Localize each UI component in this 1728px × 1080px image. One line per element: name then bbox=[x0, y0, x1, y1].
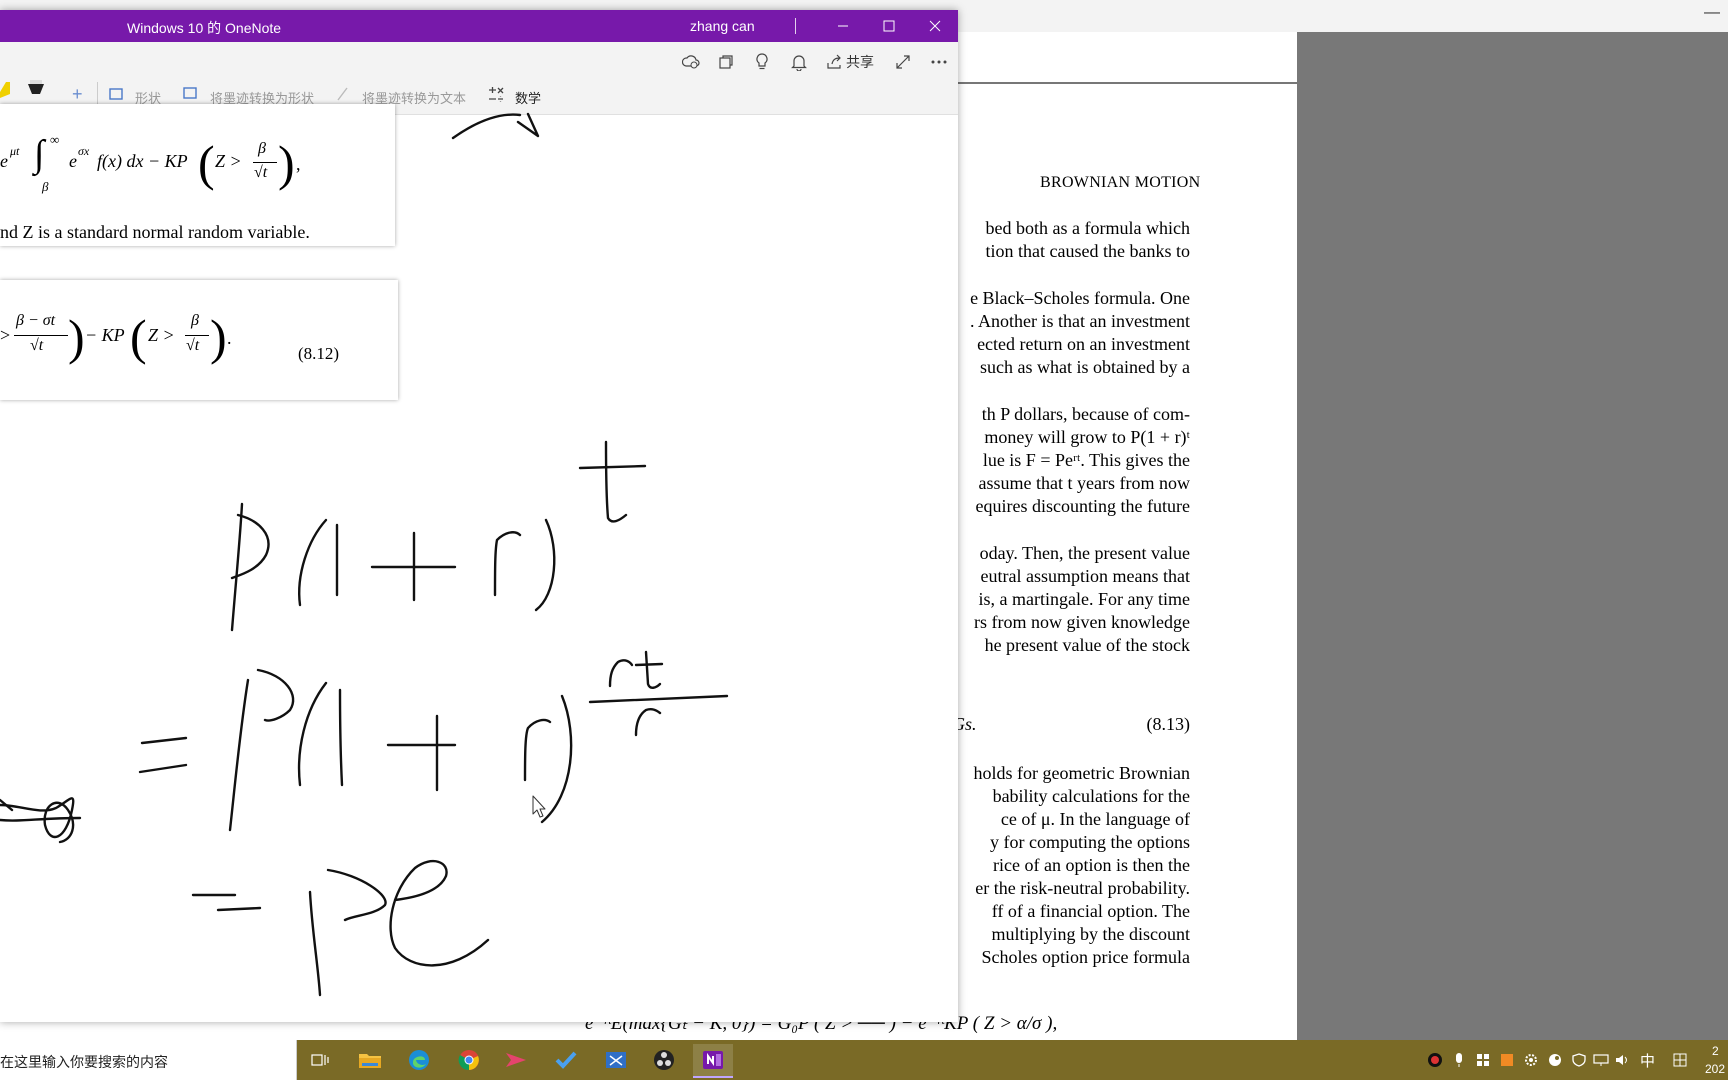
network-tray-button[interactable] bbox=[1591, 1050, 1611, 1070]
onenote-taskbar-button[interactable] bbox=[693, 1044, 733, 1078]
pdf-text-line: holds for geometric Brownian bbox=[973, 763, 1190, 783]
pdf-text-line: ce of μ. In the language of bbox=[1000, 809, 1190, 829]
pdf-text-line: he present value of the stock bbox=[984, 635, 1190, 655]
pdf-text-line: rs from now given knowledge bbox=[974, 612, 1190, 632]
tray-settings-button[interactable] bbox=[1521, 1050, 1541, 1070]
tray-shield-button[interactable] bbox=[1569, 1050, 1589, 1070]
clock-time[interactable]: 2 bbox=[1712, 1044, 1719, 1058]
edge-icon bbox=[409, 1050, 429, 1070]
chrome-button[interactable] bbox=[449, 1044, 489, 1076]
clock-date[interactable]: 202 bbox=[1705, 1062, 1725, 1076]
checkmark-app-icon bbox=[555, 1051, 577, 1069]
obs-icon bbox=[654, 1050, 674, 1070]
network-icon bbox=[1593, 1054, 1609, 1066]
pdf-text-line: eutral assumption means that bbox=[980, 566, 1190, 586]
pdf-text-line: lue is F = Peʳᵗ. This gives the bbox=[982, 450, 1190, 470]
orange-app-icon bbox=[1501, 1054, 1513, 1066]
pdf-text-line: ff of a financial option. The bbox=[991, 901, 1190, 921]
input-method-indicator[interactable]: 中 bbox=[1640, 1050, 1655, 1071]
tray-orange-button[interactable] bbox=[1497, 1050, 1517, 1070]
onenote-icon bbox=[703, 1051, 723, 1069]
shield-icon bbox=[1572, 1053, 1586, 1067]
ink-canvas[interactable] bbox=[0, 10, 958, 1022]
pdf-text-line: y for computing the options bbox=[990, 832, 1190, 852]
pdf-viewer-background bbox=[1297, 32, 1728, 1040]
pdf-text-line: . Another is that an investment bbox=[970, 311, 1190, 331]
pdf-equation-number: (8.13) bbox=[1146, 714, 1191, 734]
pdf-text-line: tion that caused the banks to bbox=[985, 241, 1190, 261]
pdf-text-line: money will grow to P(1 + r)ᵗ bbox=[984, 427, 1190, 447]
pdf-text-line: oday. Then, the present value bbox=[979, 543, 1190, 563]
speaker-icon bbox=[1616, 1055, 1627, 1065]
steam-icon bbox=[1549, 1054, 1561, 1066]
pdf-text-line: er the risk-neutral probability. bbox=[975, 878, 1190, 898]
pdf-text-line: such as what is obtained by a bbox=[980, 357, 1190, 377]
pdf-text-line: th P dollars, because of com- bbox=[981, 404, 1190, 424]
obs-button[interactable] bbox=[644, 1044, 684, 1076]
file-explorer-button[interactable] bbox=[350, 1044, 390, 1076]
pdf-text-line: rice of an option is then the bbox=[993, 855, 1190, 875]
pdf-minimize-icon[interactable]: — bbox=[1704, 4, 1720, 22]
folder-icon bbox=[359, 1054, 381, 1068]
app-button-plane[interactable] bbox=[496, 1044, 536, 1076]
snip-sketch-icon bbox=[606, 1052, 626, 1068]
pdf-text-line: multiplying by the discount bbox=[991, 924, 1191, 944]
microphone-icon bbox=[1456, 1053, 1462, 1067]
app-button-snip[interactable] bbox=[596, 1044, 636, 1076]
pdf-running-header: BROWNIAN MOTION bbox=[1040, 174, 1201, 191]
chrome-icon bbox=[458, 1050, 479, 1071]
task-view-icon bbox=[311, 1054, 329, 1066]
pdf-text-line: bability calculations for the bbox=[992, 786, 1190, 806]
onenote-window: Windows 10 的 OneNote zhang can 共享 + 形状 将… bbox=[0, 10, 958, 1022]
red-circle-icon bbox=[1428, 1053, 1442, 1067]
app-button-check[interactable] bbox=[546, 1044, 586, 1076]
pdf-text-line: assume that t years from now bbox=[978, 473, 1190, 493]
ime-mode-button[interactable] bbox=[1670, 1050, 1690, 1070]
paper-plane-icon bbox=[506, 1053, 526, 1067]
pdf-text-line: bed both as a formula which bbox=[985, 218, 1190, 238]
pdf-text-line: ected return on an investment bbox=[977, 334, 1190, 354]
ime-grid-icon bbox=[1673, 1053, 1687, 1067]
tray-app-icon[interactable] bbox=[1425, 1050, 1445, 1070]
gear-icon bbox=[1525, 1054, 1537, 1066]
taskbar-search-input[interactable]: 在这里输入你要搜索的内容 bbox=[0, 1052, 168, 1072]
pdf-header-rule bbox=[958, 82, 1297, 84]
tray-grid-button[interactable] bbox=[1473, 1050, 1493, 1070]
edge-button[interactable] bbox=[399, 1044, 439, 1076]
pdf-text-line: e Black–Scholes formula. One bbox=[970, 288, 1190, 308]
pdf-text-line: Scholes option price formula bbox=[981, 947, 1190, 967]
steam-tray-button[interactable] bbox=[1545, 1050, 1565, 1070]
grid-tray-icon bbox=[1477, 1054, 1489, 1066]
microphone-tray-button[interactable] bbox=[1449, 1050, 1469, 1070]
pdf-text-line: equires discounting the future bbox=[975, 496, 1190, 516]
volume-tray-button[interactable] bbox=[1613, 1050, 1633, 1070]
task-view-button[interactable] bbox=[300, 1044, 340, 1076]
pdf-text-line: is, a martingale. For any time bbox=[978, 589, 1190, 609]
